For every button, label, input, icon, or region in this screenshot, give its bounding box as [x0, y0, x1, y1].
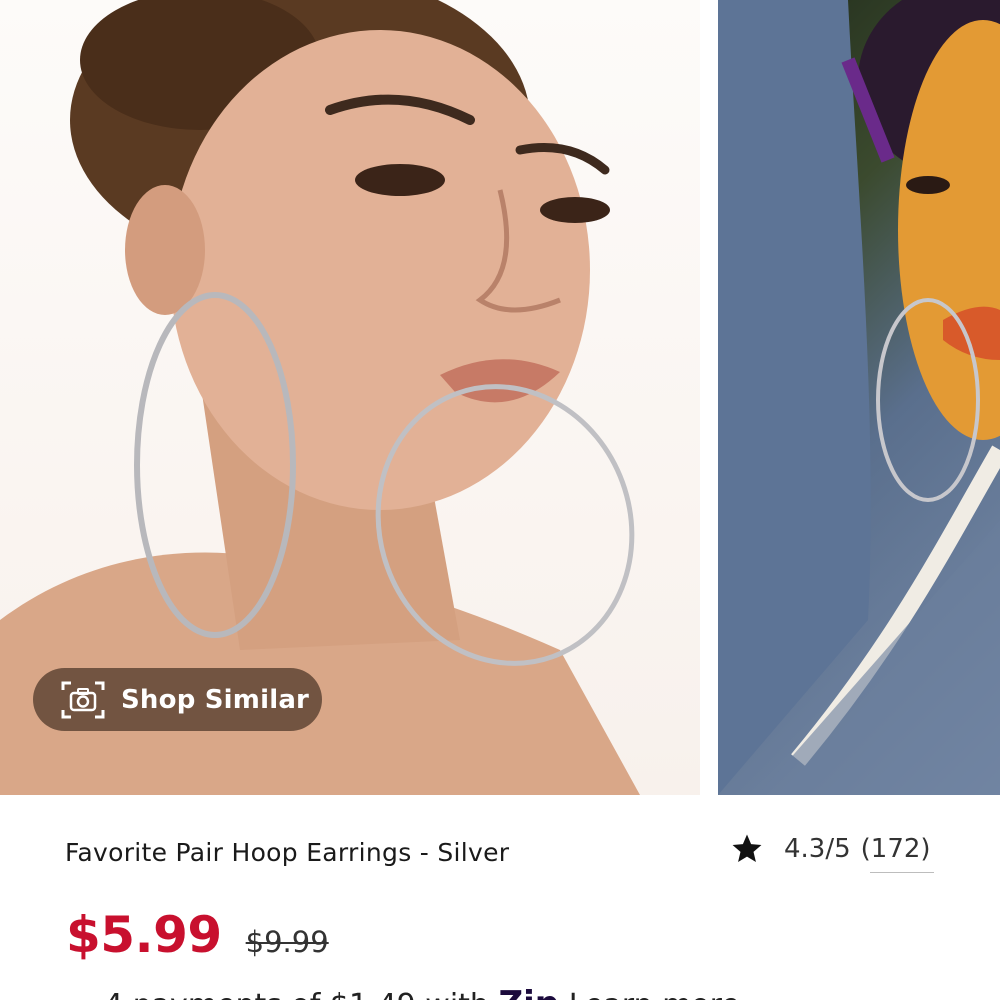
learn-more-link[interactable]: Learn more: [569, 988, 740, 1000]
model-illustration-secondary: [718, 0, 1000, 795]
price-row: $5.99 $9.99: [66, 906, 329, 964]
installment-info[interactable]: 4 payments of $1.49 with Zip Learn more: [104, 984, 740, 1000]
original-price: $9.99: [245, 925, 329, 959]
rating-score: 4.3/5: [784, 834, 851, 864]
review-count-link[interactable]: (172): [861, 834, 931, 864]
sale-price: $5.99: [66, 906, 222, 964]
installment-text: 4 payments of $1.49 with: [104, 988, 489, 1000]
zip-logo: Zip: [499, 984, 560, 1000]
shop-similar-button[interactable]: Shop Similar: [33, 668, 322, 731]
image-carousel[interactable]: Shop Similar: [0, 0, 1000, 795]
product-title: Favorite Pair Hoop Earrings - Silver: [65, 838, 510, 867]
review-count-underline: [870, 872, 934, 873]
shop-similar-label: Shop Similar: [121, 684, 310, 715]
star-icon: [732, 834, 762, 863]
product-page: Shop Similar Favorite Pair Hoop Earrings…: [0, 0, 1000, 1000]
product-rating[interactable]: 4.3/5 (172): [730, 832, 931, 866]
camera-scan-icon: [61, 681, 105, 718]
product-image-secondary[interactable]: [718, 0, 1000, 795]
